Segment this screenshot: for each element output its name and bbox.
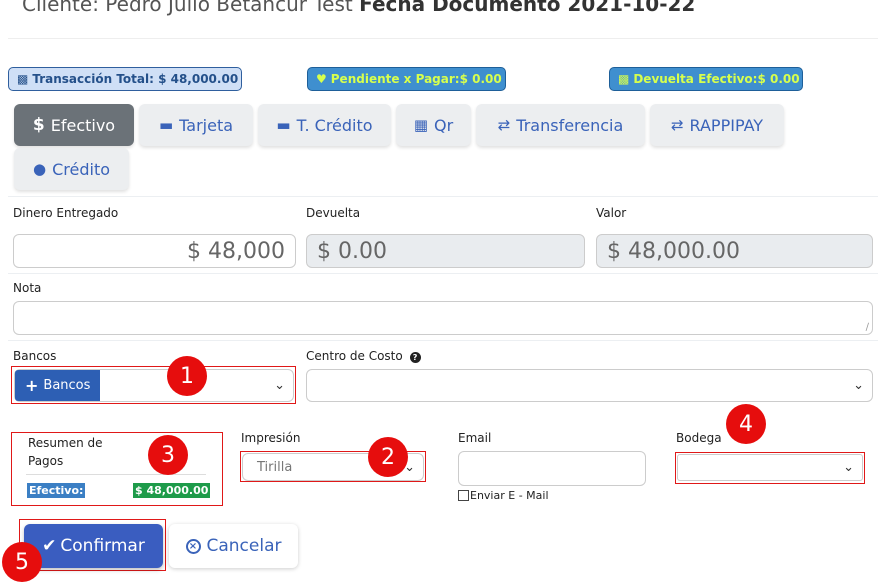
tab-efectivo[interactable]: $ Efectivo: [14, 104, 134, 146]
devuelta-input: $ 0.00: [306, 234, 585, 268]
add-bancos-button[interactable]: + Bancos: [15, 370, 101, 401]
enviar-email-row: Enviar E - Mail: [458, 489, 549, 502]
card-icon: ▬: [158, 116, 174, 134]
confirm-button[interactable]: ✔ Confirmar: [24, 524, 163, 568]
email-label: Email: [458, 431, 492, 445]
impresion-label: Impresión: [241, 431, 301, 445]
tab-tarjeta[interactable]: ▬ Tarjeta: [139, 104, 253, 146]
check-icon: ✔: [42, 536, 57, 556]
email-input[interactable]: [458, 451, 646, 486]
nota-label: Nota: [13, 281, 42, 295]
section-divider: [8, 273, 878, 274]
transfer-icon: ⇄: [497, 116, 511, 134]
section-divider: [8, 340, 878, 341]
help-icon[interactable]: ?: [409, 352, 421, 363]
marker-1: 1: [167, 356, 207, 396]
resumen-item-label: Efectivo:: [27, 483, 86, 498]
resize-handle-icon: ∕: [865, 322, 869, 333]
chevron-down-icon: ⌄: [853, 378, 864, 393]
marker-5: 5: [2, 542, 42, 582]
cancel-button[interactable]: × Cancelar: [169, 524, 298, 568]
dinero-label: Dinero Entregado: [13, 206, 119, 220]
centro-costo-label: Centro de Costo ?: [306, 349, 421, 363]
close-circle-icon: ×: [185, 538, 201, 554]
marker-3: 3: [148, 435, 188, 475]
resumen-title: Resumen de Pagos: [28, 436, 103, 468]
enviar-email-checkbox[interactable]: [458, 490, 469, 501]
chevron-down-icon: ⌄: [843, 460, 854, 475]
resumen-divider: [26, 474, 206, 475]
bancos-label: Bancos: [13, 349, 57, 363]
bodega-label: Bodega: [676, 431, 722, 445]
tab-t-credito[interactable]: ▬ T. Crédito: [258, 104, 391, 146]
total-badge: ▩ Transacción Total: $ 48,000.00: [8, 67, 242, 91]
tab-rappipay[interactable]: ⇄ RAPPIPAY: [650, 104, 784, 146]
tab-qr[interactable]: ▦ Qr: [396, 104, 471, 146]
marker-4: 4: [726, 404, 766, 444]
devuelta-label: Devuelta: [306, 206, 361, 220]
tab-credito[interactable]: ● Crédito: [14, 148, 129, 190]
money-icon: ▩: [618, 72, 630, 86]
heartbeat-icon: ♥: [316, 72, 327, 86]
cliente-name: Cliente: Pedro Julio Betancur Test: [22, 0, 353, 16]
section-divider: [8, 196, 878, 197]
chevron-down-icon: ⌄: [274, 378, 285, 393]
tab-transferencia[interactable]: ⇄ Transferencia: [476, 104, 645, 146]
header-divider: [8, 38, 878, 39]
bodega-select[interactable]: ⌄: [677, 454, 863, 481]
valor-label: Valor: [596, 206, 627, 220]
card-icon: ▬: [276, 116, 291, 134]
dinero-entregado-input[interactable]: $ 48,000: [13, 234, 296, 268]
marker-2: 2: [368, 437, 408, 477]
transfer-icon: ⇄: [670, 116, 684, 134]
fecha-documento: Fecha Documento 2021-10-22: [359, 0, 696, 16]
piggy-bank-icon: ●: [33, 160, 47, 178]
dollar-icon: $: [32, 115, 45, 135]
pendiente-badge: ♥ Pendiente x Pagar:$ 0.00: [307, 67, 506, 91]
valor-input: $ 48,000.00: [596, 234, 873, 268]
devuelta-badge: ▩ Devuelta Efectivo:$ 0.00: [609, 67, 803, 91]
resumen-item-value: $ 48,000.00: [133, 483, 211, 498]
page-title: Cliente: Pedro Julio Betancur Test Fecha…: [22, 0, 695, 16]
nota-textarea[interactable]: ∕: [13, 301, 873, 335]
centro-costo-select[interactable]: ⌄: [306, 369, 873, 402]
qr-icon: ▦: [413, 116, 428, 134]
plus-icon: +: [25, 376, 39, 395]
money-icon: ▩: [17, 72, 29, 86]
